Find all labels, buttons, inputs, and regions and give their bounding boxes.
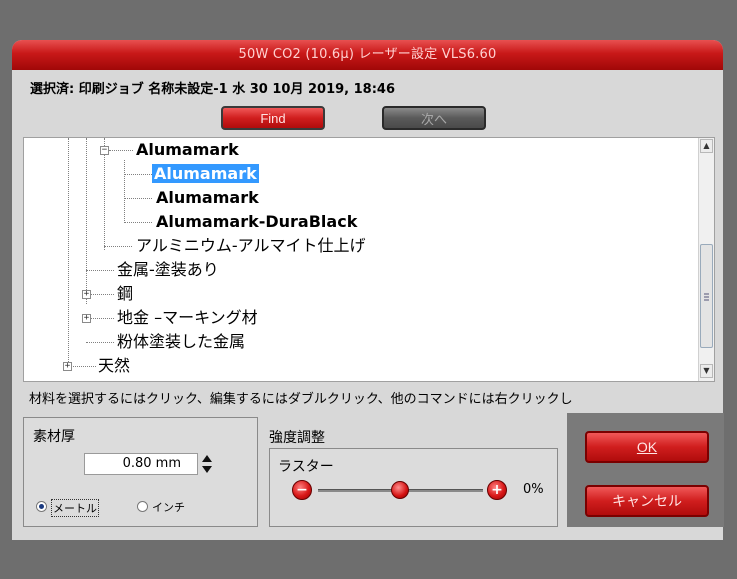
tree-item[interactable]: 鋼 [117, 282, 133, 306]
scroll-up-arrow-icon[interactable]: ▲ [700, 139, 713, 153]
unit-metric-radio[interactable] [36, 501, 47, 512]
tree-item[interactable]: 地金 –マーキング材 [117, 306, 258, 330]
tree-item-label: Alumamark-DuraBlack [156, 212, 358, 231]
raster-slider-knob[interactable] [391, 481, 409, 499]
up-arrow-icon[interactable] [202, 455, 212, 462]
unit-inch-label: インチ [152, 501, 185, 514]
unit-metric-label: メートル [51, 499, 99, 517]
collapse-icon[interactable]: − [100, 146, 109, 155]
tree-item-label: 地金 –マーキング材 [117, 308, 258, 327]
raster-label: ラスター [278, 459, 334, 475]
tree-item[interactable]: 粉体塗装した金属 [117, 330, 245, 354]
expand-icon[interactable]: + [82, 290, 91, 299]
tree-item-label: Alumamark [136, 140, 239, 159]
tree-item-label: Alumamark [156, 188, 259, 207]
material-tree[interactable]: − Alumamark Alumamark Alumamark Alumamar… [23, 137, 715, 382]
unit-inch-radio[interactable] [137, 501, 148, 512]
intensity-plus-button[interactable]: + [487, 480, 507, 500]
selected-job-text: 選択済: 印刷ジョブ 名称未設定-1 水 30 10月 2019, 18:46 [30, 82, 396, 97]
tree-item[interactable]: 金属-塗装あり [117, 258, 219, 282]
thickness-title: 素材厚 [33, 429, 75, 445]
tree-item-label: 鋼 [117, 284, 134, 303]
thickness-panel: 素材厚 0.80 mm メートル インチ [23, 417, 258, 527]
expand-icon[interactable]: + [82, 314, 91, 323]
tree-item[interactable]: Alumamark [136, 138, 239, 162]
tree-scrollbar[interactable]: ▲ ▼ [698, 138, 714, 381]
instruction-text: 材料を選択するにはクリック、編集するにはダブルクリック、他のコマンドには右クリッ… [29, 392, 573, 406]
ok-button[interactable]: OK [585, 431, 709, 463]
tree-item[interactable]: Alumamark [156, 186, 259, 210]
tree-item-label: アルミニウム-アルマイト仕上げ [136, 236, 366, 255]
action-zone: OK キャンセル [567, 413, 724, 527]
cancel-button[interactable]: キャンセル [585, 485, 709, 517]
tree-item-selected[interactable]: Alumamark [152, 162, 259, 186]
intensity-title: 強度調整 [269, 430, 325, 446]
intensity-minus-button[interactable]: − [292, 480, 312, 500]
tree-item-label: 天然 [98, 356, 131, 375]
tree-item[interactable]: 天然 [98, 354, 130, 378]
tree-item[interactable]: Alumamark-DuraBlack [156, 210, 357, 234]
tree-item-label: 金属-塗装あり [117, 260, 219, 279]
tree-item-label: 粉体塗装した金属 [117, 332, 246, 351]
laser-settings-dialog: 50W CO2 (10.6µ) レーザー設定 VLS6.60 選択済: 印刷ジョ… [12, 40, 724, 540]
raster-value: 0% [523, 482, 544, 497]
find-button[interactable]: Find [221, 106, 325, 130]
thickness-stepper[interactable] [201, 453, 213, 475]
title-bar: 50W CO2 (10.6µ) レーザー設定 VLS6.60 [12, 40, 723, 70]
desktop-background: 50W CO2 (10.6µ) レーザー設定 VLS6.60 選択済: 印刷ジョ… [0, 0, 737, 579]
tree-item[interactable]: アルミニウム-アルマイト仕上げ [136, 234, 365, 258]
grip-icon [704, 293, 709, 301]
scroll-down-arrow-icon[interactable]: ▼ [700, 364, 713, 378]
down-arrow-icon[interactable] [202, 466, 212, 473]
tree-item-label: Alumamark [152, 164, 259, 183]
scroll-thumb[interactable] [700, 244, 713, 348]
next-button[interactable]: 次へ [382, 106, 486, 130]
thickness-input[interactable]: 0.80 mm [84, 453, 198, 475]
expand-icon[interactable]: + [63, 362, 72, 371]
intensity-panel: ラスター − + 0% [269, 448, 558, 527]
